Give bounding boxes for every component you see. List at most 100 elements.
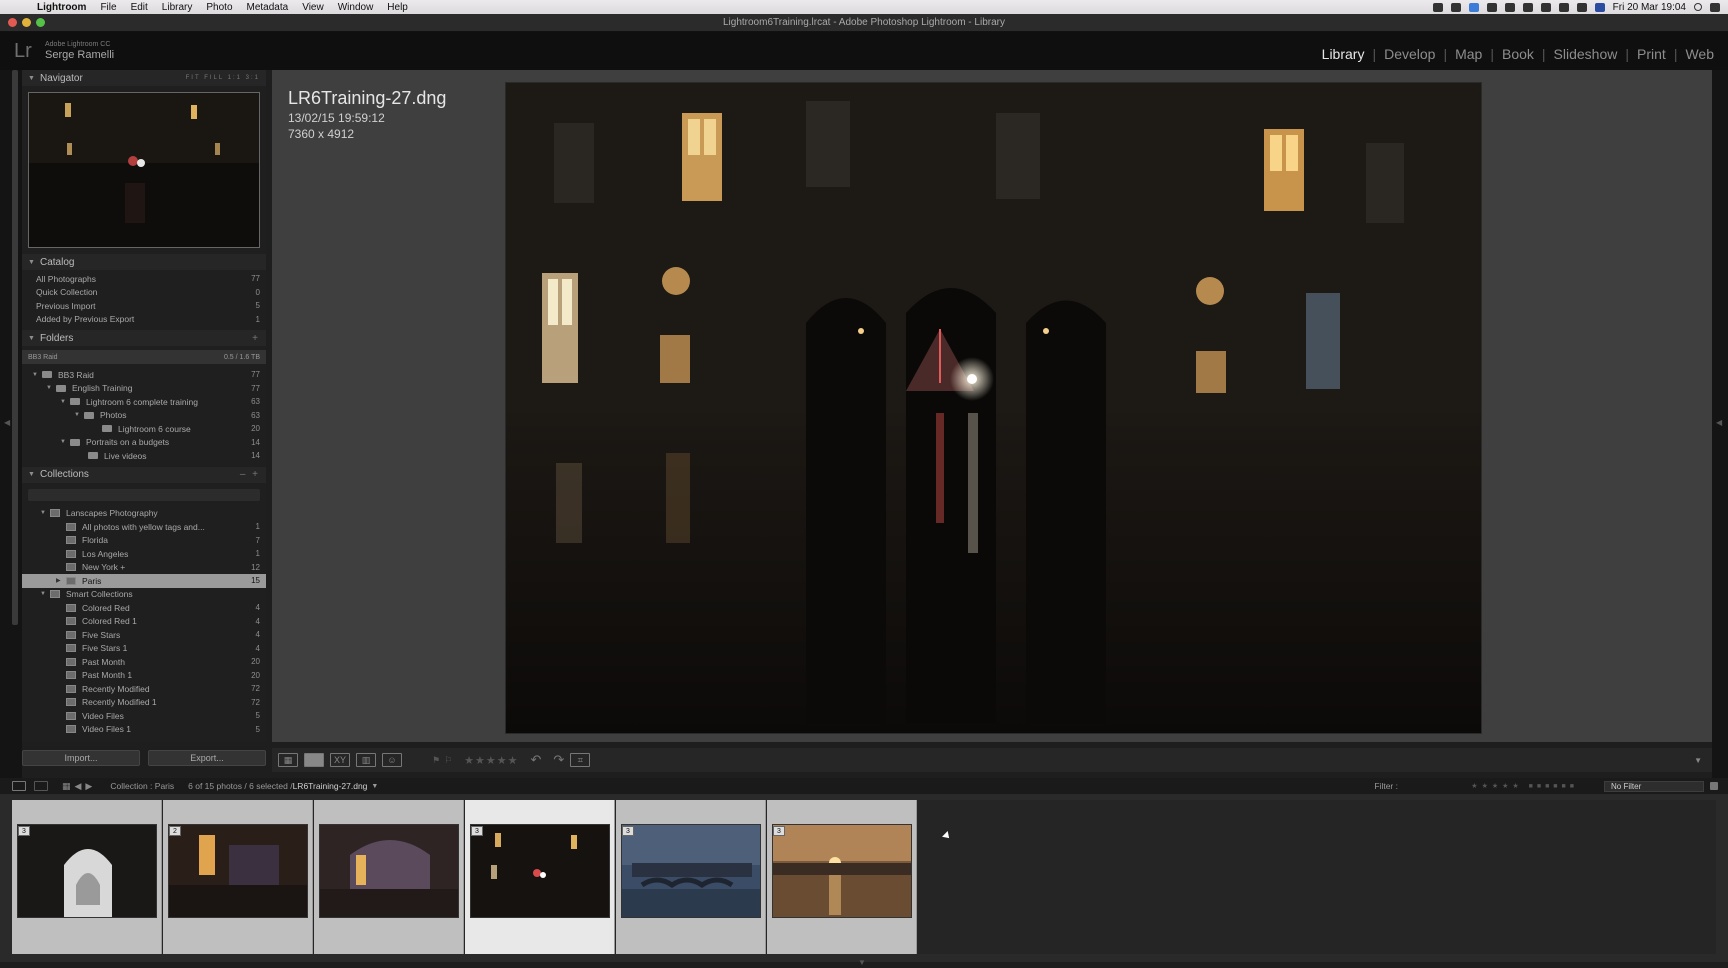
add-folder-icon[interactable]: + — [252, 333, 266, 344]
catalog-header[interactable]: ▼ Catalog — [22, 254, 266, 270]
triangle-down-icon[interactable]: ▼ — [40, 510, 50, 516]
chevron-down-icon[interactable]: ▼ — [371, 783, 378, 790]
menu-help[interactable]: Help — [380, 2, 415, 13]
filmstrip-cell[interactable] — [314, 800, 464, 954]
collection-item[interactable]: Los Angeles 1 — [22, 547, 266, 561]
navigator-header[interactable]: ▼ Navigator FIT FILL 1:1 3:1 — [22, 70, 266, 86]
filmstrip-source[interactable]: Collection : Paris — [110, 781, 174, 791]
survey-view-icon[interactable]: ▥ — [356, 753, 376, 767]
collection-item[interactable]: Colored Red 4 — [22, 601, 266, 615]
collections-header[interactable]: ▼ Collections – + — [22, 466, 266, 483]
folder-item[interactable]: ▼ Portraits on a budgets 14 — [22, 436, 266, 450]
menubar-clock[interactable]: Fri 20 Mar 19:04 — [1613, 2, 1686, 13]
module-map[interactable]: Map — [1447, 46, 1490, 62]
filmstrip-thumbnail[interactable] — [319, 824, 459, 918]
right-panel-edge[interactable]: ◀ — [1712, 70, 1728, 778]
loupe-view[interactable]: LR6Training-27.dng 13/02/15 19:59:12 736… — [272, 70, 1712, 742]
filmstrip-filename[interactable]: LR6Training-27.dng — [293, 781, 368, 791]
folder-item[interactable]: ▼ Lightroom 6 complete training 63 — [22, 395, 266, 409]
folder-item[interactable]: Lightroom 6 course 20 — [22, 422, 266, 436]
wifi-icon[interactable] — [1576, 2, 1587, 12]
module-slideshow[interactable]: Slideshow — [1546, 46, 1626, 62]
triangle-right-icon[interactable]: ▶ — [56, 577, 66, 584]
triangle-down-icon[interactable]: ▼ — [74, 412, 84, 418]
filmstrip-thumbnail[interactable] — [168, 824, 308, 918]
filmstrip-thumbnail[interactable] — [470, 824, 610, 918]
status-icon[interactable] — [1522, 2, 1533, 12]
catalog-item[interactable]: Quick Collection 0 — [36, 286, 266, 300]
filmstrip-cell-selected[interactable]: 3 — [465, 800, 615, 954]
loupe-view-icon[interactable] — [304, 753, 324, 767]
collection-item[interactable]: Recently Modified 1 72 — [22, 696, 266, 710]
catalog-item[interactable]: Previous Import 5 — [36, 299, 266, 313]
filmstrip-cell[interactable]: 3 — [767, 800, 917, 954]
collection-item[interactable]: Past Month 20 — [22, 655, 266, 669]
triangle-down-icon[interactable]: ▼ — [60, 399, 70, 405]
collection-filter-field[interactable] — [28, 488, 260, 501]
filmstrip-thumbnail[interactable] — [621, 824, 761, 918]
filter-select[interactable]: No Filter — [1604, 780, 1704, 792]
navigator-preview[interactable] — [28, 92, 260, 248]
rotate-right-icon[interactable]: ↷ — [553, 752, 564, 768]
menu-library[interactable]: Library — [155, 2, 200, 13]
minimize-window-button[interactable] — [22, 18, 31, 27]
lock-icon[interactable] — [1710, 782, 1718, 790]
module-develop[interactable]: Develop — [1376, 46, 1443, 62]
collection-item[interactable]: Past Month 1 20 — [22, 669, 266, 683]
triangle-down-icon[interactable]: ▼ — [28, 335, 40, 342]
crop-icon[interactable]: ⌗ — [570, 753, 591, 767]
module-web[interactable]: Web — [1677, 46, 1722, 62]
collection-item[interactable]: All photos with yellow tags and... 1 — [22, 520, 266, 534]
import-button[interactable]: Import... — [22, 750, 140, 766]
left-panel-edge[interactable]: ◀ — [0, 70, 22, 778]
menu-edit[interactable]: Edit — [124, 2, 155, 13]
flag-pick-icon[interactable]: ⚑ — [432, 755, 440, 766]
compare-view-icon[interactable]: XY — [330, 753, 350, 767]
left-panel-scrollbar[interactable] — [12, 70, 18, 625]
triangle-down-icon[interactable]: ▼ — [28, 471, 40, 478]
collapse-right-panel-icon[interactable]: ◀ — [1716, 418, 1722, 427]
menu-window[interactable]: Window — [331, 2, 381, 13]
folder-item[interactable]: Live videos 14 — [22, 449, 266, 463]
people-view-icon[interactable]: ☺ — [382, 753, 402, 767]
close-window-button[interactable] — [8, 18, 17, 27]
module-print[interactable]: Print — [1629, 46, 1674, 62]
status-icon[interactable] — [1486, 2, 1497, 12]
collection-item[interactable]: Five Stars 4 — [22, 628, 266, 642]
catalog-item[interactable]: Added by Previous Export 1 — [36, 313, 266, 327]
bluetooth-icon[interactable] — [1558, 2, 1569, 12]
flag-icon[interactable] — [1594, 2, 1605, 12]
filmstrip-cell[interactable]: 2 — [163, 800, 313, 954]
secondary-window-icon[interactable] — [34, 781, 48, 791]
flag-controls[interactable]: ⚑ ⚐ — [432, 755, 452, 766]
collection-item[interactable]: New York + 12 — [22, 561, 266, 575]
status-icon[interactable] — [1504, 2, 1515, 12]
main-photo[interactable] — [505, 82, 1482, 734]
flag-reject-icon[interactable]: ⚐ — [444, 755, 452, 766]
main-window-icon[interactable] — [12, 781, 26, 791]
status-icon[interactable] — [1432, 2, 1443, 12]
filmstrip-nav-icons[interactable]: ▦◀▶ — [62, 781, 96, 792]
module-library[interactable]: Library — [1314, 46, 1373, 62]
collection-item[interactable]: Florida 7 — [22, 534, 266, 548]
collections-controls[interactable]: – + — [240, 469, 266, 480]
triangle-down-icon[interactable]: ▼ — [28, 259, 40, 266]
filmstrip-thumbnail[interactable] — [17, 824, 157, 918]
triangle-down-icon[interactable]: ▼ — [28, 75, 40, 82]
collection-set[interactable]: ▼ Lanscapes Photography — [22, 507, 266, 521]
grid-view-icon[interactable]: ▦ — [278, 753, 298, 767]
triangle-down-icon[interactable]: ▼ — [32, 372, 42, 378]
filmstrip-cell[interactable]: 3 — [12, 800, 162, 954]
triangle-down-icon[interactable]: ▼ — [46, 385, 56, 391]
menu-metadata[interactable]: Metadata — [240, 2, 296, 13]
folder-item[interactable]: ▼ BB3 Raid 77 — [22, 368, 266, 382]
collection-item-selected[interactable]: ▶ Paris 15 — [22, 574, 266, 588]
status-icon[interactable] — [1450, 2, 1461, 12]
star-rating[interactable]: ★★★★★ — [464, 754, 518, 767]
zoom-window-button[interactable] — [36, 18, 45, 27]
folder-item[interactable]: ▼ English Training 77 — [22, 382, 266, 396]
volume-bar[interactable]: BB3 Raid 0.5 / 1.6 TB — [22, 350, 266, 364]
triangle-down-icon[interactable]: ▼ — [40, 591, 50, 597]
menu-photo[interactable]: Photo — [199, 2, 239, 13]
export-button[interactable]: Export... — [148, 750, 266, 766]
